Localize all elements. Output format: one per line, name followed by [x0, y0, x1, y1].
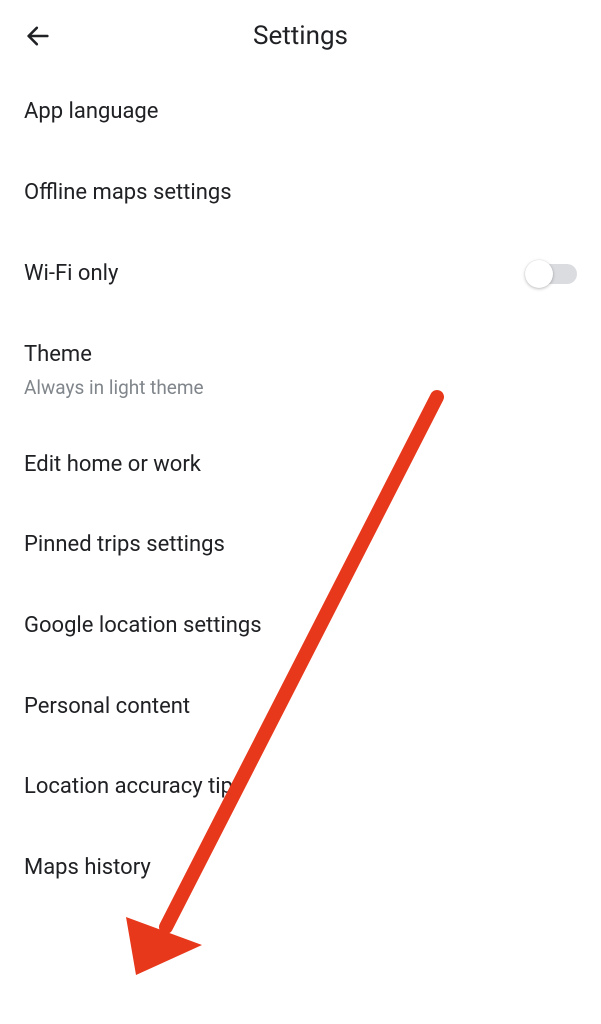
setting-text: Theme Always in light theme	[24, 341, 204, 399]
setting-label: Google location settings	[24, 612, 262, 641]
setting-location-accuracy[interactable]: Location accuracy tips	[24, 747, 577, 828]
setting-edit-home-work[interactable]: Edit home or work	[24, 425, 577, 506]
setting-label: Personal content	[24, 693, 190, 722]
setting-personal-content[interactable]: Personal content	[24, 667, 577, 748]
setting-text: Wi-Fi only	[24, 260, 118, 289]
setting-label: App language	[24, 98, 158, 127]
setting-offline-maps[interactable]: Offline maps settings	[24, 153, 577, 234]
toggle-thumb	[525, 260, 553, 288]
setting-label: Edit home or work	[24, 451, 201, 480]
back-arrow-icon	[24, 22, 52, 50]
page-title: Settings	[253, 21, 348, 51]
header-bar: Settings	[0, 0, 601, 72]
setting-app-language[interactable]: App language	[24, 72, 577, 153]
setting-text: Pinned trips settings	[24, 531, 225, 560]
setting-text: Maps history	[24, 854, 151, 883]
setting-text: Personal content	[24, 693, 190, 722]
setting-sublabel: Always in light theme	[24, 376, 204, 399]
wifi-only-toggle[interactable]	[525, 259, 577, 289]
setting-text: Offline maps settings	[24, 179, 232, 208]
setting-label: Maps history	[24, 854, 151, 883]
setting-label: Offline maps settings	[24, 179, 232, 208]
setting-label: Wi-Fi only	[24, 260, 118, 289]
back-button[interactable]	[24, 22, 52, 50]
setting-text: Location accuracy tips	[24, 773, 244, 802]
setting-label: Theme	[24, 341, 204, 370]
setting-label: Pinned trips settings	[24, 531, 225, 560]
setting-text: Edit home or work	[24, 451, 201, 480]
setting-maps-history[interactable]: Maps history	[24, 828, 577, 909]
setting-theme[interactable]: Theme Always in light theme	[24, 315, 577, 425]
setting-text: Google location settings	[24, 612, 262, 641]
settings-list: App language Offline maps settings Wi-Fi…	[0, 72, 601, 908]
setting-text: App language	[24, 98, 158, 127]
setting-wifi-only[interactable]: Wi-Fi only	[24, 233, 577, 315]
setting-label: Location accuracy tips	[24, 773, 244, 802]
setting-google-location[interactable]: Google location settings	[24, 586, 577, 667]
setting-pinned-trips[interactable]: Pinned trips settings	[24, 505, 577, 586]
